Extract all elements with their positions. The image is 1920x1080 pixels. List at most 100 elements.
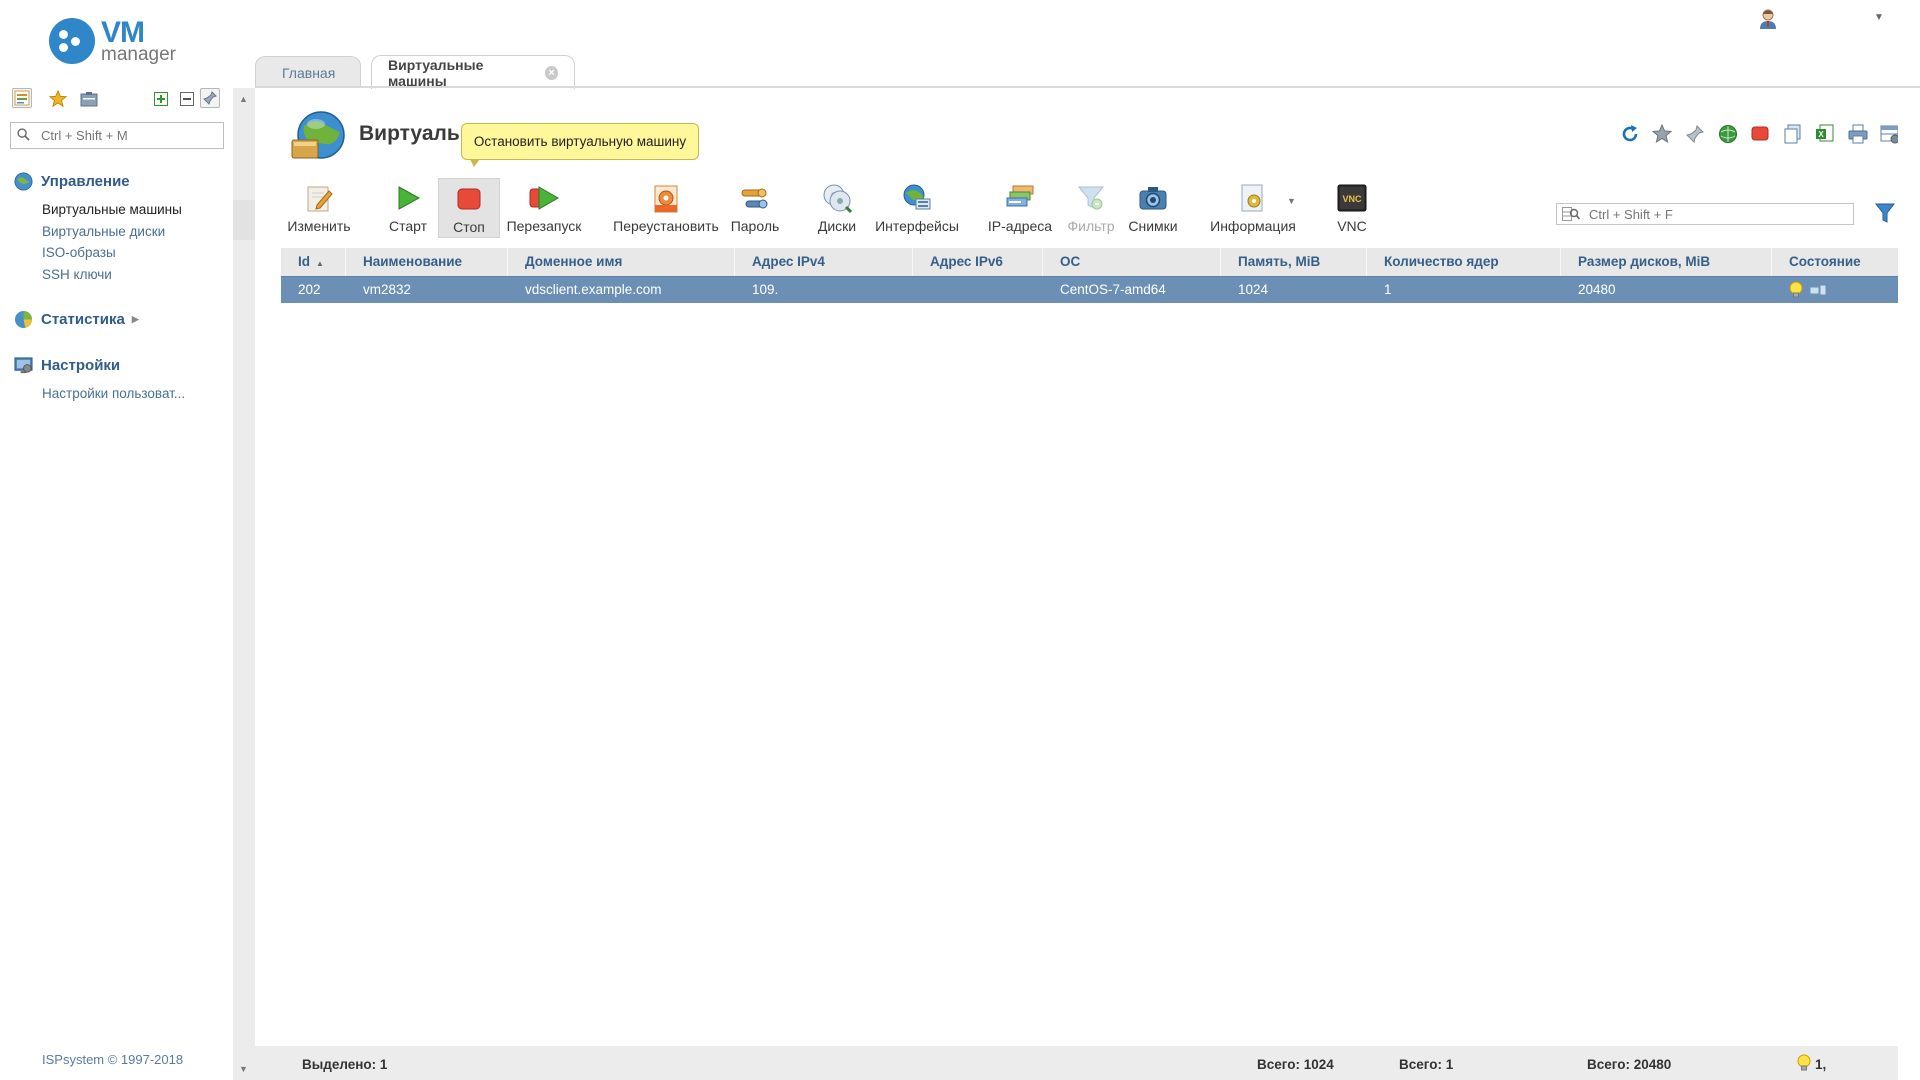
filter-icon bbox=[1077, 186, 1105, 210]
globe-icon bbox=[14, 171, 33, 191]
reinstall-label: Переустановить bbox=[613, 218, 719, 234]
interfaces-icon bbox=[903, 184, 931, 210]
logo-text-manager: manager bbox=[101, 44, 176, 65]
settings-monitor-icon bbox=[14, 356, 33, 373]
scroll-thumb[interactable] bbox=[233, 200, 255, 240]
password-label: Пароль bbox=[730, 218, 780, 234]
total-memory: Всего: 1024 bbox=[1257, 1057, 1334, 1072]
cell-name: vm2832 bbox=[363, 282, 412, 297]
network-status-icon bbox=[1809, 284, 1827, 296]
menu-tree-icon[interactable] bbox=[12, 88, 32, 108]
filter-button[interactable]: Фильтр bbox=[1064, 178, 1118, 238]
password-button[interactable]: Пароль bbox=[727, 178, 783, 238]
interfaces-button[interactable]: Интерфейсы bbox=[872, 178, 962, 238]
copyright[interactable]: ISPsystem © 1997-2018 bbox=[42, 1052, 183, 1067]
user-menu-caret-icon[interactable]: ▼ bbox=[1874, 12, 1884, 23]
edit-button[interactable]: Изменить bbox=[283, 178, 355, 238]
selected-count: Выделено: 1 bbox=[302, 1057, 388, 1072]
play-icon bbox=[398, 186, 421, 210]
tabs-divider bbox=[255, 86, 1920, 88]
vnc-button[interactable]: VNC VNC bbox=[1332, 178, 1372, 238]
restart-button[interactable]: Перезапуск bbox=[503, 178, 585, 238]
menu-head-management[interactable]: Управление bbox=[14, 170, 182, 192]
information-button[interactable]: Информация bbox=[1206, 178, 1300, 238]
column-header-name[interactable]: Наименование bbox=[346, 248, 508, 276]
sidebar-item-virtual-machines[interactable]: Виртуальные машины bbox=[42, 199, 182, 221]
column-header-domain[interactable]: Доменное имя bbox=[508, 248, 735, 276]
column-header-ipv4[interactable]: Адрес IPv4 bbox=[735, 248, 913, 276]
clipboard-icon[interactable] bbox=[78, 88, 100, 110]
sidebar-item-iso-images[interactable]: ISO-образы bbox=[42, 242, 182, 264]
cell-ipv6 bbox=[913, 277, 1043, 303]
stop-tooltip: Остановить виртуальную машину bbox=[461, 123, 699, 167]
sidebar-item-user-settings[interactable]: Настройки пользоват... bbox=[42, 383, 185, 405]
copy-icon[interactable] bbox=[1783, 124, 1803, 144]
quick-filter[interactable] bbox=[1556, 203, 1854, 225]
edit-label: Изменить bbox=[287, 218, 351, 234]
disks-label: Диски bbox=[817, 218, 857, 234]
tab-label: Виртуальные машины bbox=[388, 56, 484, 89]
column-header-cores[interactable]: Количество ядер bbox=[1367, 248, 1561, 276]
expand-all-icon[interactable] bbox=[150, 88, 172, 110]
ip-addresses-icon bbox=[1006, 185, 1034, 207]
page-title: Виртуальные машины bbox=[359, 122, 461, 145]
svg-text:X: X bbox=[1818, 130, 1824, 139]
sidebar-scrollbar[interactable]: ▲ ▼ bbox=[233, 88, 255, 1080]
menu-head-statistics[interactable]: Статистика ▶ bbox=[14, 308, 139, 330]
disks-button[interactable]: Диски bbox=[812, 178, 862, 238]
user-avatar-icon[interactable] bbox=[1758, 8, 1778, 30]
main-scroll-area bbox=[1898, 88, 1920, 1080]
total-cores: Всего: 1 bbox=[1399, 1057, 1454, 1072]
column-header-state[interactable]: Состояние bbox=[1772, 248, 1900, 276]
menu-search[interactable] bbox=[10, 122, 224, 149]
column-header-os[interactable]: ОС bbox=[1043, 248, 1221, 276]
favorites-star-icon[interactable] bbox=[47, 88, 69, 110]
column-header-disk-size[interactable]: Размер дисков, MiB bbox=[1561, 248, 1772, 276]
print-icon[interactable] bbox=[1848, 124, 1868, 144]
filter-funnel-icon[interactable] bbox=[1875, 202, 1895, 224]
sidebar-item-virtual-disks[interactable]: Виртуальные диски bbox=[42, 221, 182, 243]
scroll-down-icon[interactable]: ▼ bbox=[239, 1064, 248, 1074]
tab-close-icon[interactable]: × bbox=[544, 65, 558, 80]
stop-all-icon[interactable] bbox=[1750, 124, 1770, 144]
add-to-favorites-star-icon[interactable] bbox=[1652, 124, 1672, 144]
menu-head-label: Управление bbox=[41, 172, 130, 190]
cell-cores: 1 bbox=[1384, 282, 1392, 297]
information-dropdown-icon[interactable]: ▼ bbox=[1287, 196, 1296, 206]
menu-head-settings[interactable]: Настройки bbox=[14, 354, 185, 376]
table-settings-icon[interactable] bbox=[1880, 124, 1900, 144]
tab-virtual-machines[interactable]: Виртуальные машины × bbox=[371, 55, 575, 89]
refresh-icon[interactable] bbox=[1620, 124, 1640, 144]
reinstall-button[interactable]: Переустановить bbox=[609, 178, 723, 238]
menu-head-label: Статистика bbox=[41, 310, 125, 328]
quick-filter-input[interactable] bbox=[1589, 205, 1849, 223]
column-header-memory[interactable]: Память, MiB bbox=[1221, 248, 1367, 276]
cell-ipv4: 109. bbox=[752, 282, 779, 297]
running-lightbulb-icon bbox=[1789, 281, 1803, 298]
network-globe-icon[interactable] bbox=[1718, 124, 1738, 144]
start-button[interactable]: Старт bbox=[383, 178, 433, 238]
pin-icon[interactable] bbox=[200, 88, 220, 108]
tab-home[interactable]: Главная bbox=[255, 56, 361, 88]
ip-addresses-label: IP-адреса bbox=[987, 218, 1053, 234]
ip-addresses-button[interactable]: IP-адреса bbox=[986, 178, 1054, 238]
menu-search-input[interactable] bbox=[41, 126, 219, 145]
sidebar: VM manager Управление Вирт bbox=[0, 0, 233, 1080]
edit-icon bbox=[307, 186, 333, 212]
stop-button[interactable]: Стоп bbox=[438, 178, 500, 238]
export-excel-icon[interactable]: X bbox=[1815, 124, 1835, 144]
cell-state bbox=[1772, 277, 1900, 303]
column-header-id[interactable]: Id ▲ bbox=[281, 248, 346, 276]
camera-icon bbox=[1139, 187, 1167, 210]
column-header-ipv6[interactable]: Адрес IPv6 bbox=[913, 248, 1043, 276]
vmmanager-logo[interactable]: VM manager bbox=[49, 16, 189, 70]
collapse-all-icon[interactable] bbox=[176, 88, 198, 110]
pin-page-icon[interactable] bbox=[1685, 124, 1705, 144]
virtual-machines-globe-icon bbox=[291, 111, 345, 159]
sidebar-item-ssh-keys[interactable]: SSH ключи bbox=[42, 264, 182, 286]
password-icon bbox=[741, 188, 768, 209]
table-row[interactable]: 202 vm2832 vdsclient.example.com 109. Ce… bbox=[281, 276, 1900, 303]
snapshots-button[interactable]: Снимки bbox=[1126, 178, 1180, 238]
scroll-up-icon[interactable]: ▲ bbox=[239, 94, 248, 104]
chevron-right-icon: ▶ bbox=[131, 313, 139, 324]
